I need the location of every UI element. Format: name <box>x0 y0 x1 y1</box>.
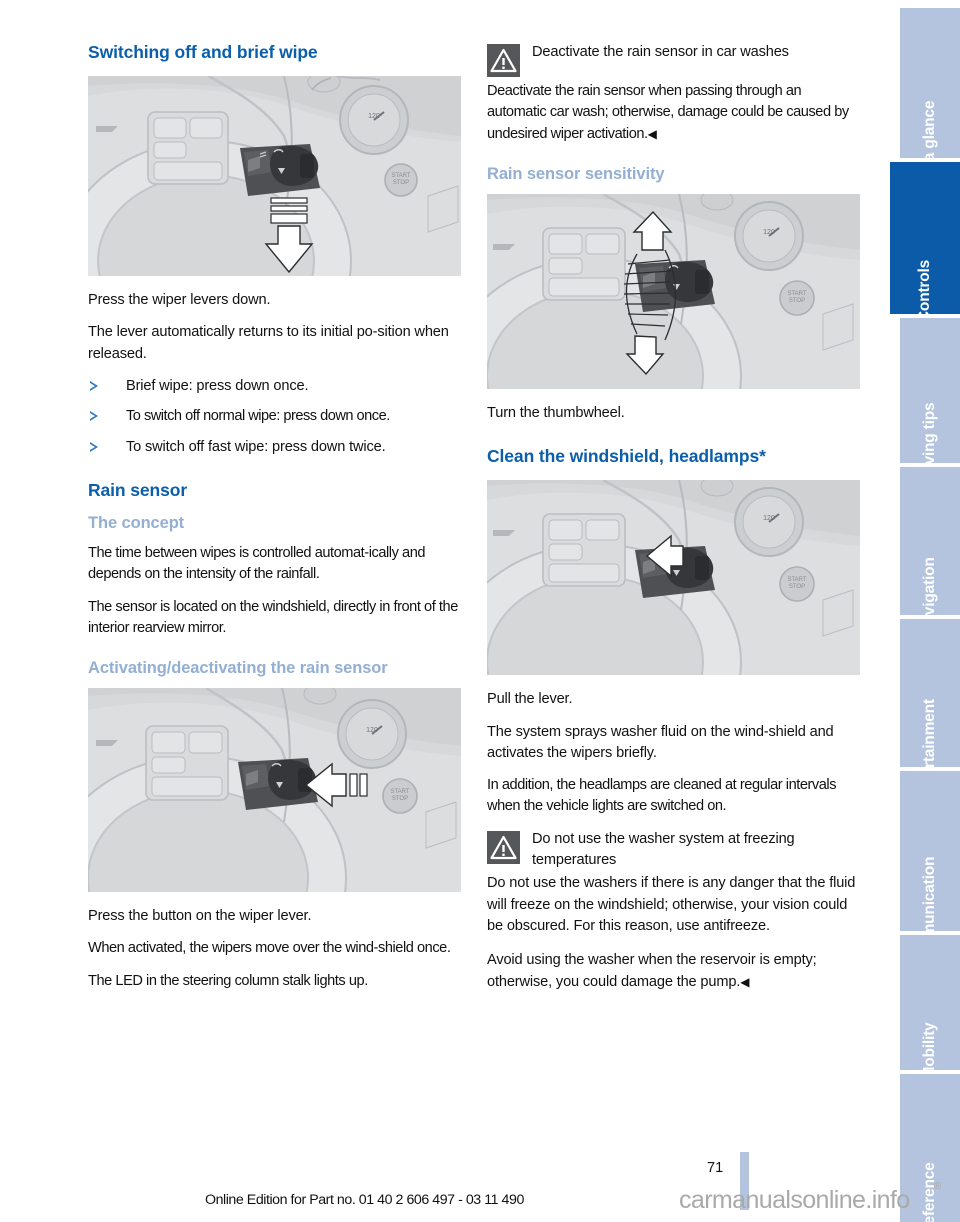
heading-clean-windshield: Clean the windshield, headlamps* <box>487 446 766 467</box>
watermark-registered-mark: ® <box>934 1181 942 1192</box>
tab-label: Mobility <box>921 1022 938 1080</box>
warning-headline-row: Deactivate the rain sensor in car washes <box>487 42 862 78</box>
figure-thumbwheel: 120 START STOP <box>487 193 860 389</box>
para-system-sprays: The system sprays washer fluid on the wi… <box>487 723 834 761</box>
warning-title: Deactivate the rain sensor in car washes <box>532 44 789 60</box>
warning-car-wash: Deactivate the rain sensor in car washes… <box>487 42 862 145</box>
svg-text:START: START <box>787 577 806 583</box>
sidebar-tab-driving-tips[interactable]: Driving tips <box>900 318 960 485</box>
warning-freezing: Do not use the washer system at freezing… <box>487 829 862 993</box>
list-item: Brief wipe: press down once. <box>88 376 463 397</box>
warning-body-2: Avoid using the washer when the reservoi… <box>487 948 862 993</box>
figure-pull-lever: 120 START STOP <box>487 480 860 676</box>
svg-text:STOP: STOP <box>789 298 805 304</box>
svg-text:START: START <box>390 789 409 795</box>
svg-text:STOP: STOP <box>392 796 408 802</box>
heading-rain-sensor: Rain sensor <box>88 479 188 500</box>
para-turn-thumbwheel: Turn the thumbwheel. <box>487 404 625 421</box>
warning-body: Do not use the washers if there is any d… <box>487 871 862 937</box>
footer-edition-text: Online Edition for Part no. 01 40 2 606 … <box>205 1192 524 1208</box>
left-column: Switching off and brief wipe 120 START S… <box>88 42 463 1003</box>
sidebar-tab-communication[interactable]: Communication <box>900 771 960 971</box>
heading-switching-off: Switching off and brief wipe <box>88 42 318 62</box>
triangle-bullet-icon <box>90 441 98 452</box>
warning-body-2-text: Avoid using the washer when the reservoi… <box>487 952 817 990</box>
para-led-lights: The LED in the steering column stalk lig… <box>88 972 368 989</box>
sidebar-tab-navigation[interactable]: Navigation <box>900 467 960 635</box>
sidebar-tab-entertainment[interactable]: Entertainment <box>900 619 960 801</box>
warning-body-text: Do not use the washers if there is any d… <box>487 875 856 934</box>
list-item-label: To switch off normal wipe: press down on… <box>126 408 390 425</box>
figure-press-button: 120 START STOP <box>88 688 461 893</box>
manual-page: Switching off and brief wipe 120 START S… <box>0 0 960 1222</box>
chapter-tab-rail: At a glance Controls Driving tips Naviga… <box>890 0 960 1222</box>
list-item: To switch off normal wipe: press down on… <box>88 406 463 427</box>
para-in-addition: In addition, the headlamps are cleaned a… <box>487 777 837 815</box>
sidebar-tab-mobility[interactable]: Mobility <box>900 935 960 1079</box>
list-item: To switch off fast wipe: press down twic… <box>88 437 463 458</box>
warning-end-mark: ◀ <box>647 126 657 141</box>
sidebar-tab-controls[interactable]: Controls <box>890 162 960 322</box>
warning-end-mark: ◀ <box>740 974 750 989</box>
wipe-options-list: Brief wipe: press down once. To switch o… <box>88 376 463 458</box>
svg-text:STOP: STOP <box>789 584 805 590</box>
para-when-activated: When activated, the wipers move over the… <box>88 940 451 957</box>
list-item-label: Brief wipe: press down once. <box>126 378 309 395</box>
watermark-text: carmanualsonline.info <box>679 1186 910 1214</box>
heading-the-concept: The concept <box>88 514 185 533</box>
right-column: Deactivate the rain sensor in car washes… <box>487 42 862 1004</box>
para-lever-returns: The lever automatically returns to its i… <box>88 324 449 362</box>
warning-body-text: Deactivate the rain sensor when passing … <box>487 83 849 142</box>
svg-text:STOP: STOP <box>393 180 409 186</box>
page-number: 71 <box>707 1160 724 1176</box>
para-time-between: The time between wipes is controlled aut… <box>88 545 426 583</box>
warning-headline-row: Do not use the washer system at freezing… <box>487 829 862 872</box>
list-item-label: To switch off fast wipe: press down twic… <box>126 438 386 455</box>
warning-body: Deactivate the rain sensor when passing … <box>487 79 862 145</box>
para-press-button: Press the button on the wiper lever. <box>88 908 312 925</box>
tab-label: Reference <box>921 1162 938 1222</box>
tab-label: Controls <box>916 259 933 323</box>
heading-activating-deactivating: Activating/deactivating the rain sensor <box>88 659 388 678</box>
triangle-bullet-icon <box>90 381 98 392</box>
figure-wiper-down: 120 START STOP <box>88 76 461 277</box>
sidebar-tab-at-a-glance[interactable]: At a glance <box>900 8 960 181</box>
warning-triangle-icon <box>487 830 520 864</box>
heading-rain-sensor-sensitivity: Rain sensor sensitivity <box>487 164 665 183</box>
para-pull-lever: Pull the lever. <box>487 691 573 708</box>
svg-text:START: START <box>787 291 806 297</box>
warning-title: Do not use the washer system at freezing… <box>532 830 795 869</box>
para-sensor-located: The sensor is located on the windshield,… <box>88 598 458 636</box>
svg-text:START: START <box>391 173 410 179</box>
warning-triangle-icon <box>487 44 520 77</box>
para-press-levers: Press the wiper levers down. <box>88 292 271 309</box>
triangle-bullet-icon <box>90 411 98 422</box>
